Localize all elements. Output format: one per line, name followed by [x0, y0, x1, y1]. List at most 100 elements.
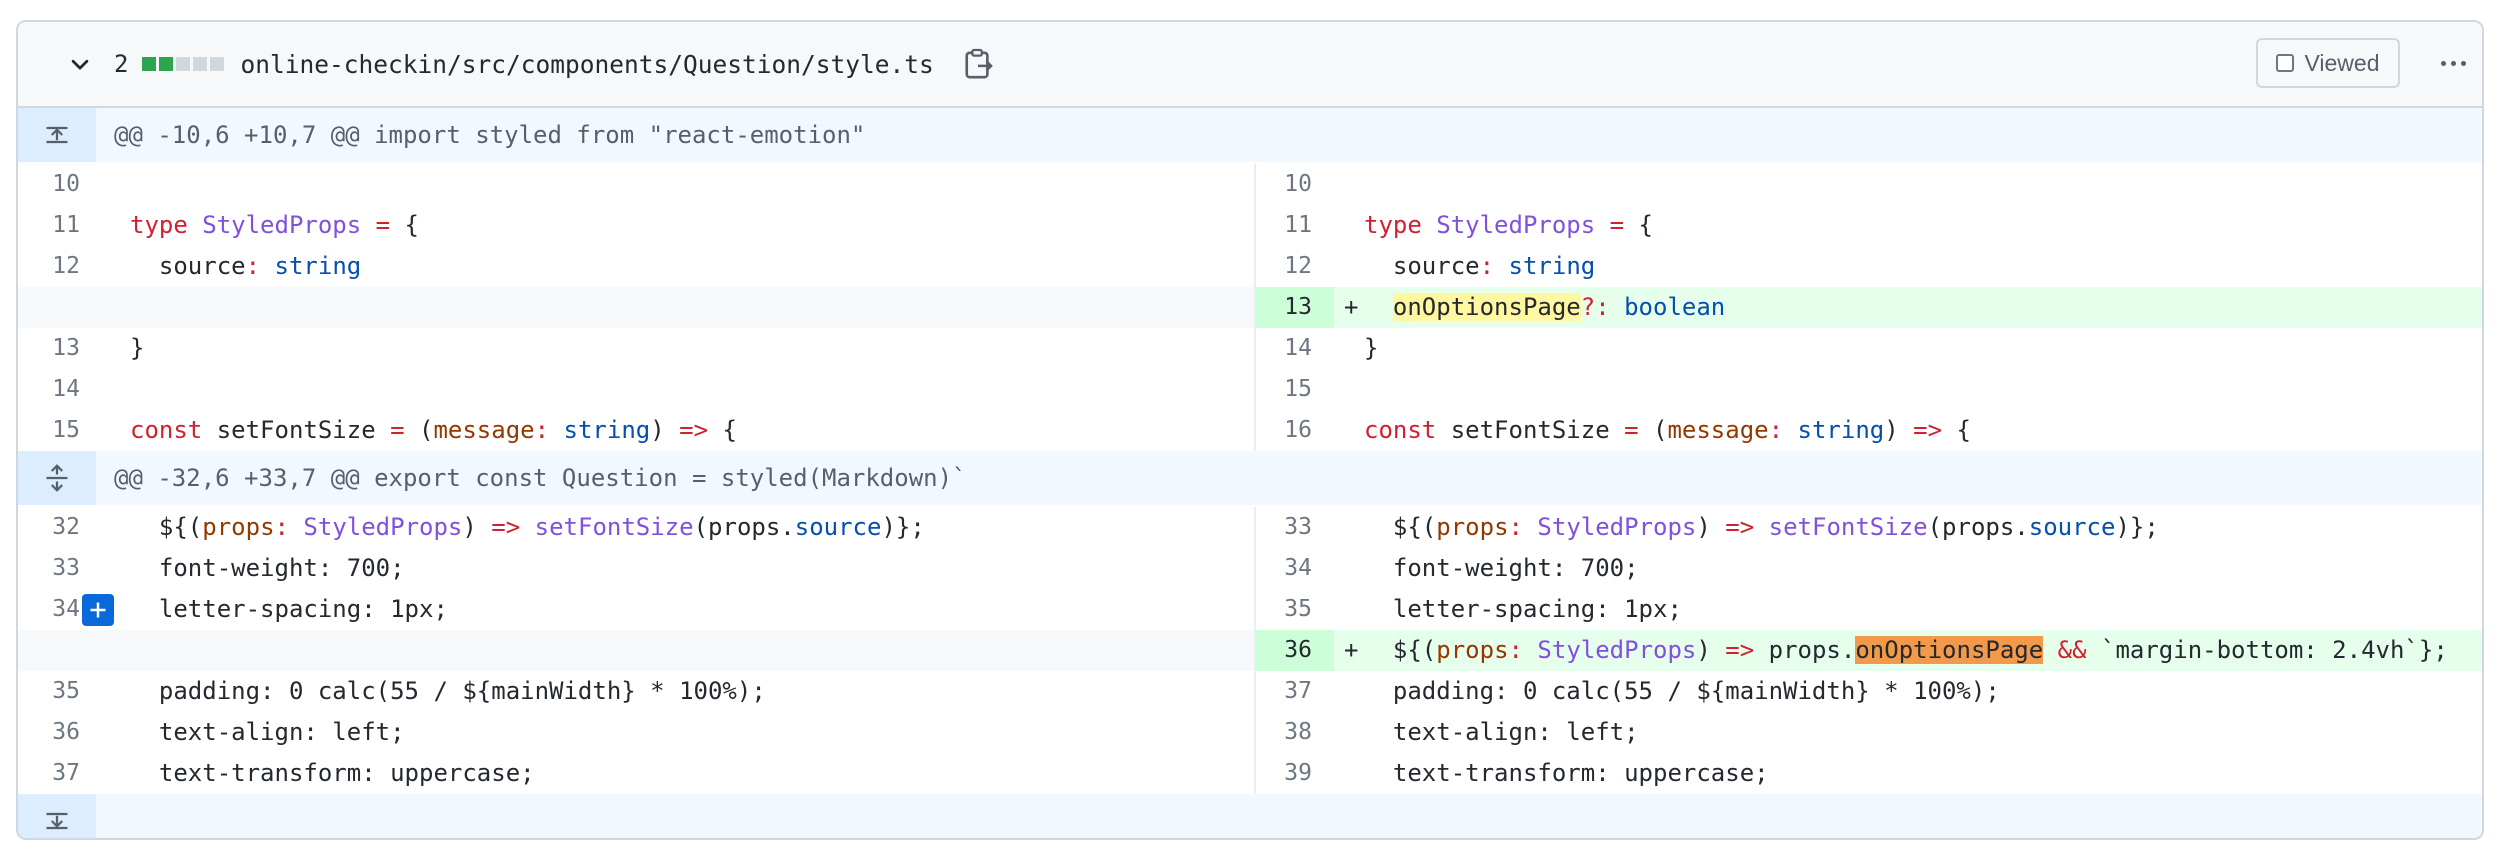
diff-line: 36 text-align: left;	[18, 712, 1254, 753]
line-number[interactable]: 10	[1256, 164, 1312, 205]
added-marker: +	[1344, 636, 1359, 664]
line-number[interactable]: 14	[18, 369, 80, 410]
diff-line: 10	[18, 164, 1254, 205]
more-options-icon[interactable]	[2428, 38, 2478, 88]
code-text: }	[130, 334, 145, 362]
code-text: padding: 0 calc(55 / ${mainWidth} * 100%…	[158, 677, 766, 705]
line-number[interactable]: 33	[18, 548, 80, 589]
added-marker: +	[1344, 293, 1359, 321]
diffstat-block	[142, 57, 157, 71]
line-number[interactable]: 33	[1256, 507, 1312, 548]
diff-line: 39 text-transform: uppercase;	[1256, 753, 2482, 794]
diff-line: 11 type StyledProps = {	[18, 205, 1254, 246]
diff-line: 14	[18, 369, 1254, 410]
changes-count: 2	[114, 50, 129, 78]
empty-line	[18, 287, 1254, 328]
line-number[interactable]: 32	[18, 507, 80, 548]
diff-line: 12 source: string	[1256, 246, 2482, 287]
diff-line: 16 const setFontSize = (message: string)…	[1256, 410, 2482, 451]
diff-line: 15 const setFontSize = (message: string)…	[18, 410, 1254, 451]
line-number[interactable]: 34	[1256, 548, 1312, 589]
line-number[interactable]: 12	[1256, 246, 1312, 287]
line-number[interactable]: 15	[1256, 369, 1312, 410]
line-number[interactable]: 16	[1256, 410, 1312, 451]
viewed-checkbox[interactable]	[2276, 54, 2295, 72]
code-text: type StyledProps = {	[1364, 211, 1654, 239]
code-text: font-weight: 700;	[1392, 554, 1639, 582]
code-text: padding: 0 calc(55 / ${mainWidth} * 100%…	[1392, 677, 2000, 705]
line-number[interactable]: 13	[18, 328, 80, 369]
line-number[interactable]: 11	[1256, 205, 1312, 246]
diff-line: 34 font-weight: 700;	[1256, 548, 2482, 589]
code-text: ${(props: StyledProps) => props.onOption…	[1392, 636, 2448, 664]
line-number[interactable]: 12	[18, 246, 80, 287]
expand-down-icon[interactable]	[18, 794, 96, 838]
hunk-header-text: @@ -10,6 +10,7 @@ import styled from "re…	[114, 121, 866, 149]
line-number[interactable]: 39	[1256, 753, 1312, 794]
diff-line: 12 source: string	[18, 246, 1254, 287]
line-number[interactable]: 37	[1256, 671, 1312, 712]
line-number[interactable]: 15	[18, 410, 80, 451]
diffstat-block	[193, 57, 208, 71]
code-text: }	[1364, 334, 1379, 362]
line-number[interactable]: 13	[1256, 287, 1334, 328]
line-number[interactable]: 14	[1256, 328, 1312, 369]
expand-up-icon[interactable]	[18, 108, 96, 162]
diff-line: 32 ${(props: StyledProps) => setFontSize…	[18, 507, 1254, 548]
line-number[interactable]: 10	[18, 164, 80, 205]
line-number[interactable]: 36	[1256, 630, 1334, 671]
split-divider	[1254, 507, 1256, 794]
hunk-header: @@ -10,6 +10,7 @@ import styled from "re…	[18, 108, 2482, 162]
hunk-header-text: @@ -32,6 +33,7 @@ export const Question …	[114, 464, 967, 492]
line-number[interactable]: 36	[18, 712, 80, 753]
diff-line: 35 letter-spacing: 1px;	[1256, 589, 2482, 630]
diff-file: 2 online-checkin/src/components/Question…	[16, 20, 2484, 840]
code-text: onOptionsPage?: boolean	[1392, 293, 1726, 321]
viewed-label: Viewed	[2304, 49, 2380, 76]
collapse-chevron-icon[interactable]	[56, 40, 104, 88]
code-text: text-align: left;	[158, 718, 405, 746]
diffstat	[142, 57, 225, 71]
file-path-link[interactable]: online-checkin/src/components/Question/s…	[240, 50, 933, 79]
empty-line	[18, 630, 1254, 671]
diff-line: 37 text-transform: uppercase;	[18, 753, 1254, 794]
diff-line: 35 padding: 0 calc(55 / ${mainWidth} * 1…	[18, 671, 1254, 712]
code-text: ${(props: StyledProps) => setFontSize(pr…	[158, 513, 925, 541]
line-number[interactable]: 34	[18, 589, 80, 630]
diff-line: 33 ${(props: StyledProps) => setFontSize…	[1256, 507, 2482, 548]
code-text: type StyledProps = {	[130, 211, 420, 239]
diff-line: 33 font-weight: 700;	[18, 548, 1254, 589]
code-text: text-transform: uppercase;	[1392, 759, 1769, 787]
hunk-header: @@ -32,6 +33,7 @@ export const Question …	[18, 451, 2482, 505]
code-text: letter-spacing: 1px;	[1392, 595, 1682, 623]
code-text: source: string	[158, 252, 362, 280]
file-header: 2 online-checkin/src/components/Question…	[18, 22, 2482, 108]
line-number[interactable]: 37	[18, 753, 80, 794]
diff-line: 10	[1256, 164, 2482, 205]
diff-line: 34 letter-spacing: 1px;	[18, 589, 1254, 630]
expand-both-icon[interactable]	[18, 451, 96, 505]
diff-line: 15	[1256, 369, 2482, 410]
add-comment-button[interactable]	[82, 594, 114, 626]
code-text: text-transform: uppercase;	[158, 759, 535, 787]
line-number[interactable]: 38	[1256, 712, 1312, 753]
code-text: ${(props: StyledProps) => setFontSize(pr…	[1392, 513, 2159, 541]
code-text: source: string	[1392, 252, 1596, 280]
code-text: letter-spacing: 1px;	[158, 595, 448, 623]
added-line: 13 + onOptionsPage?: boolean	[1256, 287, 2482, 328]
copy-path-icon[interactable]	[958, 42, 998, 86]
diffstat-block	[159, 57, 174, 71]
code-text: font-weight: 700;	[158, 554, 405, 582]
line-number[interactable]: 35	[18, 671, 80, 712]
split-divider	[1254, 164, 1256, 451]
diff-line: 14 }	[1256, 328, 2482, 369]
diff-line: 11 type StyledProps = {	[1256, 205, 2482, 246]
viewed-checkbox-button[interactable]: Viewed	[2256, 38, 2400, 88]
hunk-footer	[18, 794, 2482, 838]
diffstat-block	[210, 57, 225, 71]
diff-line: 13 }	[18, 328, 1254, 369]
line-number[interactable]: 35	[1256, 589, 1312, 630]
line-number[interactable]: 11	[18, 205, 80, 246]
diff-line: 37 padding: 0 calc(55 / ${mainWidth} * 1…	[1256, 671, 2482, 712]
code-text: const setFontSize = (message: string) =>…	[130, 416, 737, 444]
